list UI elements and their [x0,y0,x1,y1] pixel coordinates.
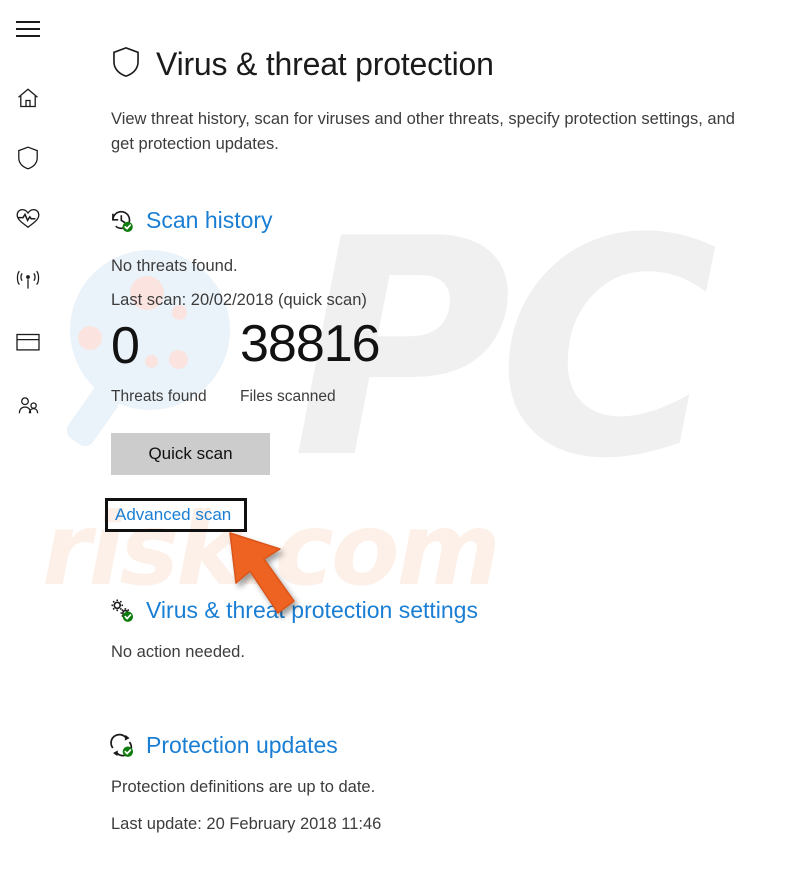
threats-found-label: Threats found [111,388,207,405]
page-description: View threat history, scan for viruses an… [111,109,735,154]
gears-check-icon [108,597,134,623]
section-header-protection-settings[interactable]: Virus & threat protection settings [108,597,478,623]
quick-scan-button[interactable]: Quick scan [111,433,270,475]
page-title: Virus & threat protection [156,46,494,83]
protection-updates-status: Protection definitions are up to date. [111,778,376,796]
scan-history-last-scan: Last scan: 20/02/2018 (quick scan) [111,291,367,309]
section-title-protection-updates: Protection updates [146,731,338,758]
main-content: Virus & threat protection View threat hi… [0,0,790,874]
page-header: Virus & threat protection [110,27,494,102]
shield-icon [110,45,142,84]
scan-history-status: No threats found. [111,257,238,275]
files-scanned-label: Files scanned [240,388,336,405]
files-scanned-value: 38816 [240,315,381,373]
section-header-protection-updates[interactable]: Protection updates [108,732,338,758]
section-title-protection-settings: Virus & threat protection settings [146,596,478,623]
threats-found-value: 0 [111,317,140,375]
protection-settings-status: No action needed. [111,643,245,661]
protection-updates-last-update: Last update: 20 February 2018 11:46 [111,815,382,833]
advanced-scan-link[interactable]: Advanced scan [108,505,231,525]
advanced-scan-highlight-box: Advanced scan [105,498,247,532]
section-title-scan-history: Scan history [146,206,273,233]
history-clock-check-icon [108,207,134,233]
refresh-check-icon [108,732,134,758]
section-header-scan-history[interactable]: Scan history [108,207,273,233]
